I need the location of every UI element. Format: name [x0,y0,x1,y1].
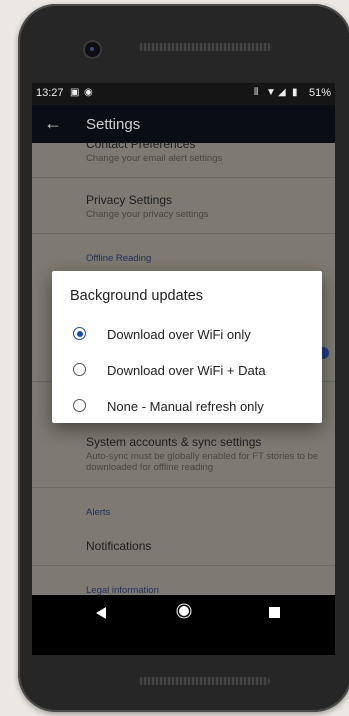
nav-back-icon[interactable] [96,607,106,619]
background-updates-dialog: Background updates Download over WiFi on… [52,271,322,423]
settings-item-title: Notifications [86,539,152,553]
settings-item-subtitle: Change your email alert settings [86,153,223,164]
nav-home-icon[interactable] [179,606,189,616]
navigation-bar [32,595,335,655]
settings-item-title: System accounts & sync settings [86,435,262,449]
arrow-left-icon[interactable]: ← [44,113,62,134]
vibrate-icon: ⫴ [254,87,259,98]
option-label: Download over WiFi + Data [107,363,266,378]
section-header-alerts: Alerts [86,507,111,518]
option-manual-refresh[interactable]: None - Manual refresh only [52,389,322,425]
page-title: Settings [86,116,141,133]
option-label: Download over WiFi only [107,327,251,342]
divider [32,565,335,566]
settings-item-subtitle: Auto-sync must be globally enabled for F… [86,451,319,473]
option-label: None - Manual refresh only [107,399,264,414]
settings-item-contact-preferences[interactable]: Contact Preferences Change your email al… [86,143,326,164]
option-wifi-data[interactable]: Download over WiFi + Data [52,353,322,389]
battery-icon: ▮ [292,87,298,98]
settings-item-title: Privacy Settings [86,193,173,207]
settings-item-subtitle: Change your privacy settings [86,209,209,220]
settings-item-notifications[interactable]: Notifications [86,539,326,553]
screen: 13:27 ▣ ◉ ⫴ ▼ ◢ ▮ 51% ← Settings Contact… [32,83,335,655]
app-bar: ← Settings [32,105,335,143]
settings-item-sync[interactable]: System accounts & sync settings Auto-syn… [86,435,326,473]
image-notification-icon: ▣ [70,87,80,98]
battery-percent: 51% [308,87,331,99]
dialog-title: Background updates [70,288,204,304]
wifi-icon: ▼ [266,87,276,98]
divider [32,177,335,178]
section-header-legal: Legal information [86,585,159,595]
status-bar: 13:27 ▣ ◉ ⫴ ▼ ◢ ▮ 51% [32,83,335,105]
option-wifi-only[interactable]: Download over WiFi only [52,317,322,353]
divider [32,487,335,488]
divider [32,233,335,234]
settings-item-privacy[interactable]: Privacy Settings Change your privacy set… [86,193,326,220]
nav-recents-icon[interactable] [269,607,280,618]
status-time: 13:27 [36,87,64,99]
front-camera [85,42,100,57]
section-header-offline: Offline Reading [86,253,152,264]
settings-item-title: Contact Preferences [86,143,196,151]
earpiece-speaker [138,43,272,51]
radio-unselected-icon[interactable] [73,399,86,412]
cell-signal-icon: ◢ [278,87,286,98]
bottom-speaker [138,677,270,685]
radio-selected-icon[interactable] [73,327,86,340]
app-notification-icon: ◉ [84,87,93,98]
radio-unselected-icon[interactable] [73,363,86,376]
